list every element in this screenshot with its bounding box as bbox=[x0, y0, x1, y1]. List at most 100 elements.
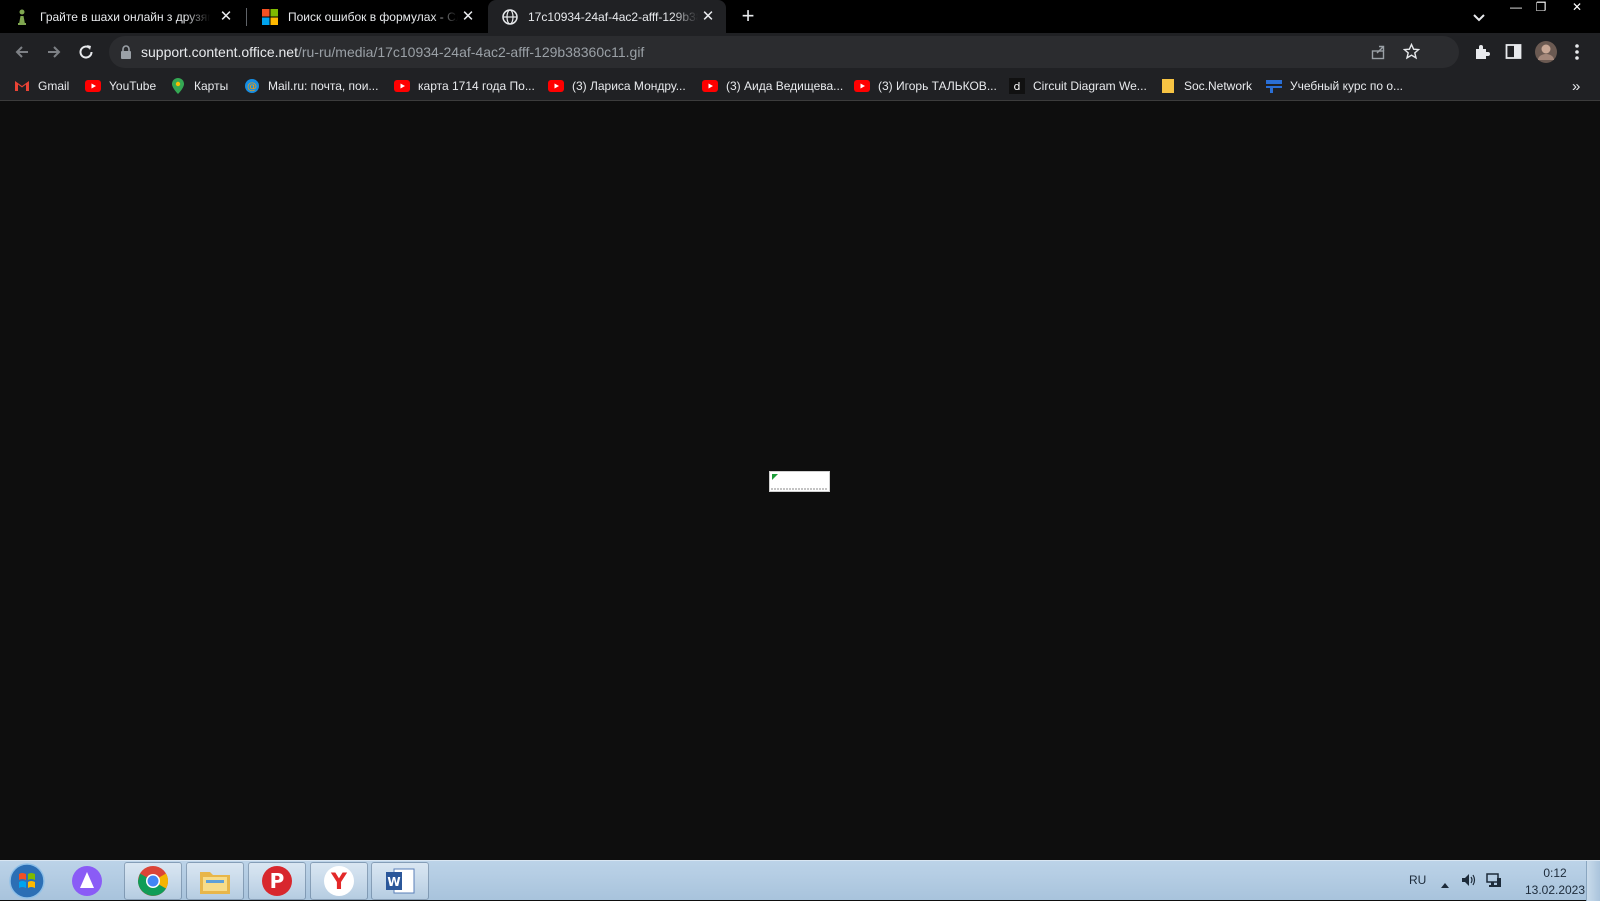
restore-button[interactable]: ❐ bbox=[1529, 0, 1553, 16]
new-tab-button[interactable]: + bbox=[737, 5, 759, 28]
close-tab-icon[interactable]: ✕ bbox=[218, 9, 234, 25]
start-button[interactable] bbox=[0, 862, 54, 900]
lock-icon[interactable] bbox=[120, 45, 132, 64]
volume-icon[interactable] bbox=[1461, 872, 1477, 893]
show-desktop-button[interactable] bbox=[1586, 861, 1600, 901]
bookmark-larisa[interactable]: (3) Лариса Мондру... bbox=[548, 77, 686, 95]
gmail-icon bbox=[14, 78, 30, 94]
youtube-icon bbox=[854, 78, 870, 94]
tab-title: Грайте в шахи онлайн з друзями bbox=[40, 9, 210, 24]
bookmark-maps[interactable]: Карты bbox=[170, 77, 228, 95]
bookmark-soc-network[interactable]: Soc.Network bbox=[1160, 77, 1252, 95]
minimize-button[interactable]: — bbox=[1504, 0, 1528, 16]
bookmark-igor[interactable]: (3) Игорь ТАЛЬКОВ... bbox=[854, 77, 997, 95]
bookmark-label: Учебный курс по о... bbox=[1290, 79, 1404, 93]
bookmark-youtube[interactable]: YouTube bbox=[85, 77, 156, 95]
globe-icon bbox=[502, 8, 518, 25]
spreadsheet-cell-error-indicator-icon bbox=[771, 474, 828, 490]
file-explorer-button[interactable] bbox=[186, 862, 244, 900]
tab-chess[interactable]: Грайте в шахи онлайн з друзями ✕ bbox=[0, 0, 244, 33]
url-host: support.content.office.net bbox=[141, 44, 298, 60]
clock-date[interactable]: 13.02.2023 bbox=[1520, 883, 1590, 897]
yandex-browser-button[interactable]: Y bbox=[310, 862, 368, 900]
youtube-icon bbox=[85, 78, 101, 94]
share-icon[interactable] bbox=[1371, 44, 1387, 65]
bookmark-circuit-diagram[interactable]: d Circuit Diagram We... bbox=[1009, 77, 1147, 95]
bookmark-label: YouTube bbox=[109, 79, 157, 93]
word-button[interactable]: W bbox=[371, 862, 429, 900]
close-tab-icon[interactable]: ✕ bbox=[700, 9, 716, 25]
page-viewport bbox=[0, 101, 1600, 860]
more-bookmarks-button[interactable]: » bbox=[1572, 77, 1580, 95]
tab-divider bbox=[246, 8, 247, 26]
svg-text:d: d bbox=[1014, 80, 1021, 93]
chrome-taskbar-button[interactable] bbox=[124, 862, 182, 900]
tab-gif-active[interactable]: 17c10934-24af-4ac2-afff-129b38 ✕ bbox=[488, 0, 726, 33]
forward-button[interactable] bbox=[42, 40, 66, 64]
chess-pawn-icon bbox=[14, 9, 30, 25]
svg-text:W: W bbox=[387, 875, 400, 889]
alice-assistant-button[interactable] bbox=[58, 862, 116, 900]
youtube-icon bbox=[394, 78, 410, 94]
gif-image[interactable] bbox=[769, 471, 830, 492]
bookmark-course[interactable]: Учебный курс по о... bbox=[1266, 77, 1403, 95]
circuit-diagram-icon: d bbox=[1009, 78, 1025, 94]
bookmark-karta-1714[interactable]: карта 1714 года По... bbox=[394, 77, 535, 95]
tray-expand-icon[interactable] bbox=[1440, 876, 1450, 894]
reload-button[interactable] bbox=[74, 40, 98, 64]
browser-menu-icon[interactable] bbox=[1574, 43, 1580, 66]
bookmark-label: Gmail bbox=[38, 79, 70, 93]
yandex-icon: Y bbox=[324, 866, 354, 896]
chrome-icon bbox=[138, 866, 169, 896]
url-text[interactable]: support.content.office.net/ru-ru/media/1… bbox=[141, 44, 644, 60]
back-button[interactable] bbox=[10, 40, 34, 64]
folder-icon bbox=[200, 872, 230, 894]
bookmark-label: Soc.Network bbox=[1184, 79, 1253, 93]
youtube-icon bbox=[548, 78, 564, 94]
bookmark-label: карта 1714 года По... bbox=[418, 79, 535, 93]
address-bar[interactable]: support.content.office.net/ru-ru/media/1… bbox=[109, 36, 1459, 68]
p-app-icon: P bbox=[262, 866, 292, 896]
extensions-puzzle-icon[interactable] bbox=[1473, 43, 1491, 66]
bookmark-label: (3) Лариса Мондру... bbox=[572, 79, 686, 93]
network-icon[interactable] bbox=[1486, 872, 1502, 893]
tab-title: 17c10934-24af-4ac2-afff-129b38 bbox=[528, 9, 698, 24]
course-icon bbox=[1266, 78, 1282, 94]
bookmark-label: (3) Игорь ТАЛЬКОВ... bbox=[878, 79, 997, 93]
star-icon[interactable] bbox=[1402, 42, 1421, 65]
bookmark-gmail[interactable]: Gmail bbox=[14, 77, 69, 95]
mailru-icon: @ bbox=[244, 78, 260, 94]
bookmark-label: Circuit Diagram We... bbox=[1033, 79, 1147, 93]
svg-text:P: P bbox=[270, 869, 285, 893]
bookmark-mailru[interactable]: @ Mail.ru: почта, пои... bbox=[244, 77, 378, 95]
profile-avatar[interactable] bbox=[1534, 40, 1558, 69]
close-tab-icon[interactable]: ✕ bbox=[460, 9, 476, 25]
clock-time[interactable]: 0:12 bbox=[1520, 866, 1590, 880]
p-app-button[interactable]: P bbox=[248, 862, 306, 900]
side-panel-icon[interactable] bbox=[1505, 43, 1522, 65]
browser-toolbar: support.content.office.net/ru-ru/media/1… bbox=[0, 33, 1600, 71]
arrow-right-icon bbox=[48, 46, 61, 58]
arrow-left-icon bbox=[15, 46, 28, 58]
language-indicator[interactable]: RU bbox=[1409, 873, 1426, 887]
bookmark-label: Mail.ru: почта, пои... bbox=[268, 79, 379, 93]
folder-icon bbox=[1160, 78, 1176, 94]
tab-strip: Грайте в шахи онлайн з друзями ✕ Поиск о… bbox=[0, 0, 1600, 33]
microsoft-icon bbox=[262, 8, 278, 25]
alice-icon bbox=[72, 866, 102, 896]
youtube-icon bbox=[702, 78, 718, 94]
tab-search-chevron-icon[interactable] bbox=[1470, 8, 1488, 26]
bookmark-label: Карты bbox=[194, 79, 229, 93]
tab-excel-errors[interactable]: Поиск ошибок в формулах - Сл ✕ bbox=[248, 0, 486, 33]
window-close-button[interactable]: ✕ bbox=[1562, 0, 1592, 16]
bookmark-aida[interactable]: (3) Аида Ведищева... bbox=[702, 77, 843, 95]
bookmarks-bar: Gmail YouTube Карты @ Mail.ru: почта, по… bbox=[0, 71, 1600, 101]
reload-icon bbox=[79, 45, 93, 59]
word-icon: W bbox=[386, 868, 415, 894]
url-path: /ru-ru/media/17c10934-24af-4ac2-afff-129… bbox=[297, 44, 645, 60]
windows-logo-icon bbox=[9, 863, 45, 899]
svg-text:@: @ bbox=[247, 82, 257, 93]
bookmark-label: (3) Аида Ведищева... bbox=[726, 79, 844, 93]
maps-pin-icon bbox=[170, 78, 186, 94]
svg-text:Y: Y bbox=[330, 870, 348, 895]
